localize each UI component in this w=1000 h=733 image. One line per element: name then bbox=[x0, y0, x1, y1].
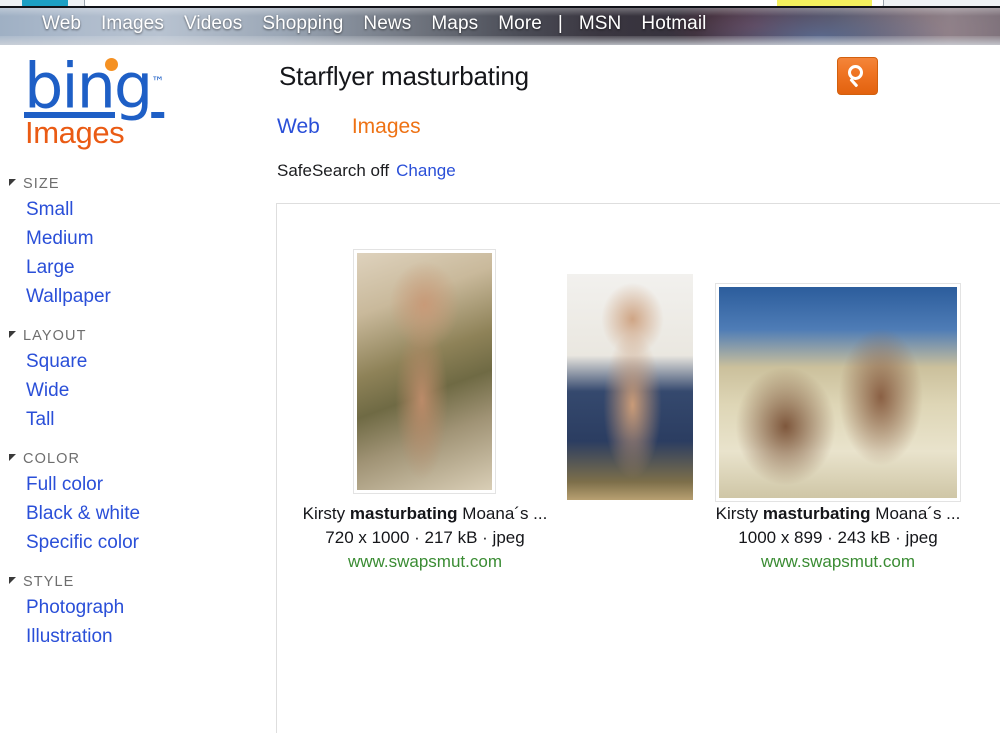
caption-result-1: Kirsty masturbating Moana´s ... 720 x 10… bbox=[299, 502, 551, 574]
facet-title-color: COLOR bbox=[23, 451, 81, 467]
collapse-triangle-icon[interactable] bbox=[9, 453, 16, 461]
facet-item-full-color[interactable]: Full color bbox=[0, 470, 272, 499]
caption-title-3[interactable]: Kirsty masturbating Moana´s ... bbox=[712, 502, 964, 526]
caption-title-prefix-1: Kirsty bbox=[302, 504, 350, 523]
facet-header-style[interactable]: STYLE bbox=[0, 571, 272, 593]
search-button[interactable] bbox=[837, 57, 878, 95]
topnav-web[interactable]: Web bbox=[32, 13, 91, 35]
facet-item-wide[interactable]: Wide bbox=[0, 376, 272, 405]
facet-group-layout: LAYOUT Square Wide Tall bbox=[0, 325, 272, 434]
topnav-hotmail[interactable]: Hotmail bbox=[631, 13, 716, 35]
safesearch-status: SafeSearch off bbox=[277, 161, 390, 180]
global-nav-links: Web Images Videos Shopping News Maps Mor… bbox=[32, 13, 717, 35]
caption-title-suffix-1: Moana´s ... bbox=[457, 504, 548, 523]
topnav-more[interactable]: More bbox=[488, 13, 552, 35]
facet-header-color[interactable]: COLOR bbox=[0, 448, 272, 470]
topnav-maps[interactable]: Maps bbox=[421, 13, 488, 35]
caption-title-prefix-3: Kirsty bbox=[715, 504, 763, 523]
bing-logo[interactable]: bing™ bbox=[24, 52, 164, 118]
facet-group-size: SIZE Small Medium Large Wallpaper bbox=[0, 173, 272, 311]
collapse-triangle-icon[interactable] bbox=[9, 576, 16, 584]
facet-header-layout[interactable]: LAYOUT bbox=[0, 325, 272, 347]
caption-title-suffix-3: Moana´s ... bbox=[870, 504, 961, 523]
facet-group-color: COLOR Full color Black & white Specific … bbox=[0, 448, 272, 557]
facet-item-square[interactable]: Square bbox=[0, 347, 272, 376]
tab-images[interactable]: Images bbox=[352, 115, 421, 139]
topnav-shopping[interactable]: Shopping bbox=[252, 13, 353, 35]
facet-item-medium[interactable]: Medium bbox=[0, 224, 272, 253]
caption-url-1[interactable]: www.swapsmut.com bbox=[299, 550, 551, 574]
topnav-videos[interactable]: Videos bbox=[174, 13, 252, 35]
facet-item-specific-color[interactable]: Specific color bbox=[0, 528, 272, 557]
thumbnail-image-3 bbox=[719, 287, 957, 498]
facet-group-style: STYLE Photograph Illustration bbox=[0, 571, 272, 651]
search-input[interactable]: Starflyer masturbating bbox=[279, 61, 529, 92]
caption-title-bold-3: masturbating bbox=[762, 504, 871, 523]
facet-item-small[interactable]: Small bbox=[0, 195, 272, 224]
search-bar: Starflyer masturbating bbox=[272, 45, 1000, 103]
safesearch-change-link[interactable]: Change bbox=[396, 161, 456, 180]
facet-item-black-and-white[interactable]: Black & white bbox=[0, 499, 272, 528]
sidebar: bing™ Images SIZE Small Medium Large Wal… bbox=[0, 45, 272, 688]
caption-title-bold-1: masturbating bbox=[349, 504, 458, 523]
scope-tabs: Web Images bbox=[277, 115, 453, 139]
top-navigation-bottom-fade bbox=[0, 36, 1000, 45]
main-content: Starflyer masturbating Web Images SafeSe… bbox=[272, 45, 1000, 733]
top-navigation-bar: Web Images Videos Shopping News Maps Mor… bbox=[0, 8, 1000, 45]
tab-web[interactable]: Web bbox=[277, 115, 320, 139]
bing-logo-dot-icon bbox=[105, 58, 118, 71]
topnav-separator: | bbox=[557, 13, 563, 34]
topnav-images[interactable]: Images bbox=[91, 13, 174, 35]
facet-item-photograph[interactable]: Photograph bbox=[0, 593, 272, 622]
thumbnail-result-2[interactable] bbox=[567, 274, 693, 500]
collapse-triangle-icon[interactable] bbox=[9, 330, 16, 338]
facet-item-wallpaper[interactable]: Wallpaper bbox=[0, 282, 272, 311]
facet-title-layout: LAYOUT bbox=[23, 328, 87, 344]
thumbnail-result-3[interactable] bbox=[715, 283, 961, 502]
browser-chrome bbox=[0, 0, 1000, 8]
vertical-title: Images bbox=[25, 115, 125, 150]
topnav-msn[interactable]: MSN bbox=[569, 13, 632, 35]
image-results-panel: Kirsty masturbating Moana´s ... 720 x 10… bbox=[276, 203, 1000, 733]
facet-item-large[interactable]: Large bbox=[0, 253, 272, 282]
facet-item-illustration[interactable]: Illustration bbox=[0, 622, 272, 651]
caption-title-1[interactable]: Kirsty masturbating Moana´s ... bbox=[299, 502, 551, 526]
thumbnail-result-1[interactable] bbox=[353, 249, 496, 494]
topnav-news[interactable]: News bbox=[353, 13, 421, 35]
caption-meta-3: 1000 x 899 · 243 kB · jpeg bbox=[738, 528, 938, 547]
facet-header-size[interactable]: SIZE bbox=[0, 173, 272, 195]
bing-trademark: ™ bbox=[151, 75, 165, 90]
caption-result-3: Kirsty masturbating Moana´s ... 1000 x 8… bbox=[712, 502, 964, 574]
safesearch-status-bar: SafeSearch off Change bbox=[277, 161, 456, 181]
thumbnail-image-2 bbox=[567, 274, 693, 500]
caption-url-3[interactable]: www.swapsmut.com bbox=[712, 550, 964, 574]
facet-item-tall[interactable]: Tall bbox=[0, 405, 272, 434]
thumbnail-image-1 bbox=[357, 253, 492, 490]
collapse-triangle-icon[interactable] bbox=[9, 178, 16, 186]
facet-title-size: SIZE bbox=[23, 176, 60, 192]
facet-title-style: STYLE bbox=[23, 574, 75, 590]
facet-filter-list: SIZE Small Medium Large Wallpaper LAYOUT… bbox=[0, 173, 272, 665]
caption-meta-1: 720 x 1000 · 217 kB · jpeg bbox=[325, 528, 525, 547]
bing-logo-text: bing bbox=[24, 49, 153, 123]
